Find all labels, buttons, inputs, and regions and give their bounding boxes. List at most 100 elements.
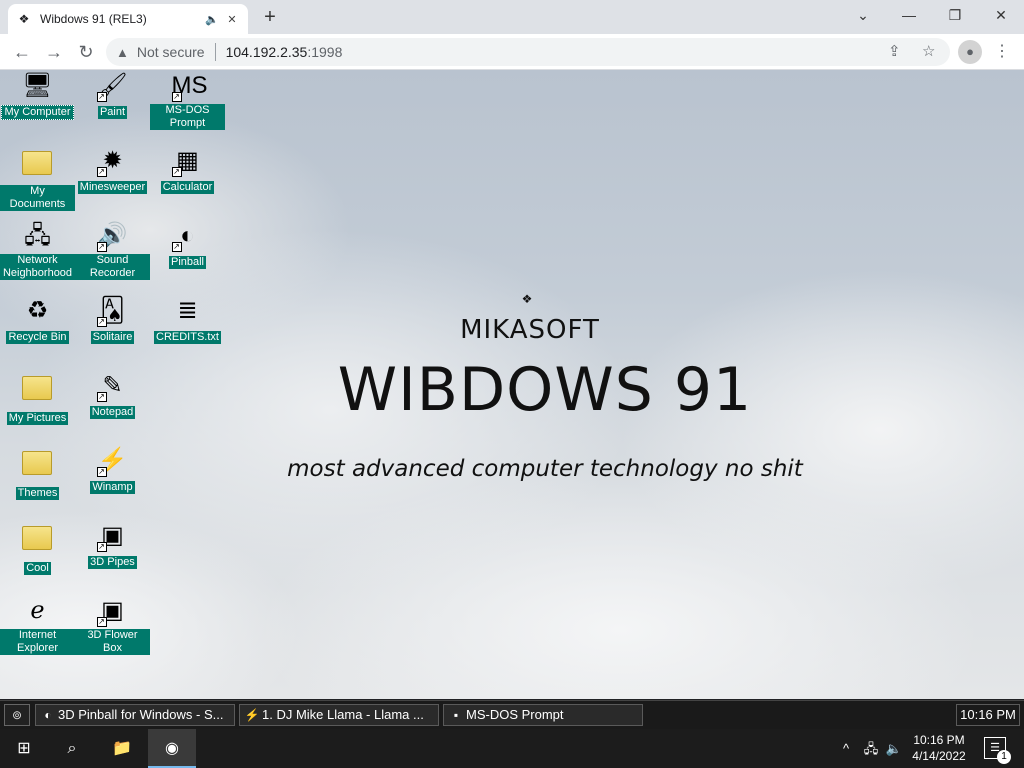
tray-chevron-icon[interactable]: ^ xyxy=(836,729,856,768)
windows-taskbar: ⊞ ⌕ 📁 ◉ ^ 🖧 🔈 10:16 PM 4/14/2022 ☰ 1 xyxy=(0,729,1024,768)
windows-start-button[interactable]: ⊞ xyxy=(0,729,48,768)
desktop-icon-label: Notepad xyxy=(89,406,136,419)
bookmark-star-icon[interactable]: ☆ xyxy=(922,38,935,66)
desktop-icon[interactable]: 🂡 ↗ Solitaire xyxy=(75,295,150,345)
pinball-icon: ◐ ↗ xyxy=(171,222,195,252)
system-date: 4/14/2022 xyxy=(912,749,966,763)
label-wrap: Paint xyxy=(75,102,150,120)
warning-icon[interactable]: ▲ xyxy=(116,45,129,60)
wibdows-taskbar-button[interactable]: ▪ MS-DOS Prompt xyxy=(443,704,643,726)
system-clock[interactable]: 10:16 PM 4/14/2022 xyxy=(904,732,974,764)
wibdows-start-button[interactable]: ⊚ xyxy=(4,704,30,726)
share-icon[interactable]: ⇪ xyxy=(888,38,901,66)
label-wrap: My Pictures xyxy=(0,408,75,426)
shortcut-arrow-icon: ↗ xyxy=(96,92,107,102)
taskbar-button-label: 3D Pinball for Windows - S... xyxy=(58,707,224,722)
desktop-icon-label: My Pictures xyxy=(6,412,69,425)
back-button[interactable]: ← xyxy=(8,38,36,66)
desktop-icon[interactable]: My Documents xyxy=(0,145,75,212)
desktop-icon[interactable]: 🔊 ↗ Sound Recorder xyxy=(75,220,150,281)
chrome-taskbar-icon[interactable]: ◉ xyxy=(148,729,196,768)
maximize-button[interactable]: ❐ xyxy=(932,0,978,30)
wibdows-taskbar: ⊚ 10:16 PM ◐ 3D Pinball for Windows - S..… xyxy=(0,700,1024,729)
msdos-icon: ▪ xyxy=(453,708,459,722)
forward-button[interactable]: → xyxy=(40,38,68,66)
speaker-icon[interactable]: 🔈 xyxy=(204,13,220,26)
close-window-button[interactable]: ✕ xyxy=(978,0,1024,30)
desktop-icon-label: Pinball xyxy=(168,256,207,269)
desktop-icon[interactable]: 🖥 My Computer xyxy=(0,70,75,120)
desktop-icon[interactable]: Cool xyxy=(0,520,75,576)
pinball-icon: ◐ xyxy=(44,708,52,722)
desktop-icon-label: Internet Explorer xyxy=(0,629,75,655)
volume-icon[interactable]: 🔈 xyxy=(884,729,904,768)
search-icon[interactable]: ⌕ xyxy=(48,729,96,768)
url-host: 104.192.2.35 xyxy=(225,44,308,60)
desktop-icon[interactable]: ⚡ ↗ Winamp xyxy=(75,445,150,495)
internet-explorer-icon: ℯ xyxy=(30,597,45,624)
label-wrap: My Computer xyxy=(0,102,75,120)
reload-button[interactable]: ↻ xyxy=(72,38,100,66)
system-time: 10:16 PM xyxy=(913,733,965,747)
desktop-icon[interactable]: MS ↗ MS-DOS Prompt xyxy=(150,70,225,131)
desktop-icon[interactable]: ♻ Recycle Bin xyxy=(0,295,75,345)
close-icon[interactable]: ✕ xyxy=(224,13,240,26)
winamp-icon: ⚡ ↗ xyxy=(96,447,128,477)
folder-icon xyxy=(21,526,54,558)
address-bar[interactable]: ▲ Not secure 104.192.2.35:1998 ⇪ ☆ xyxy=(106,38,950,66)
browser-toolbar: ← → ↻ ▲ Not secure 104.192.2.35:1998 ⇪ ☆… xyxy=(0,34,1024,70)
desktop-icon-label: Minesweeper xyxy=(77,181,148,194)
desktop-icon-label: My Documents xyxy=(0,185,75,211)
notification-count: 1 xyxy=(997,750,1011,764)
shortcut-arrow-icon: ↗ xyxy=(96,317,107,327)
desktop-icon[interactable]: My Pictures xyxy=(0,370,75,426)
desktop-icon[interactable]: 🖌 ↗ Paint xyxy=(75,70,150,120)
brand-tagline: most advanced computer technology no shi… xyxy=(287,456,803,482)
network-icon[interactable]: 🖧 xyxy=(860,729,882,768)
desktop-icon[interactable]: ◐ ↗ Pinball xyxy=(150,220,225,270)
file-explorer-icon[interactable]: 📁 xyxy=(98,729,146,768)
desktop-icon[interactable]: ▦ ↗ Calculator xyxy=(150,145,225,195)
tab-search-button[interactable]: ⌄ xyxy=(840,0,886,30)
profile-avatar[interactable]: ● xyxy=(958,40,982,64)
mikasoft-logo-icon: ❖ xyxy=(521,292,533,306)
desktop-icon-label: MS-DOS Prompt xyxy=(150,104,225,130)
shortcut-arrow-icon: ↗ xyxy=(171,242,182,252)
desktop-icon[interactable]: ✹ ↗ Minesweeper xyxy=(75,145,150,195)
browser-tab[interactable]: ❖ Wibdows 91 (REL3) 🔈 ✕ xyxy=(8,4,248,34)
sound-recorder-icon: 🔊 ↗ xyxy=(96,222,128,252)
shortcut-arrow-icon: ↗ xyxy=(171,92,182,102)
shortcut-arrow-icon: ↗ xyxy=(171,167,182,177)
desktop-icon[interactable]: ℯ Internet Explorer xyxy=(0,595,75,656)
desktop-icon-label: CREDITS.txt xyxy=(154,331,221,344)
shortcut-arrow-icon: ↗ xyxy=(96,392,107,402)
desktop-icon[interactable]: 🖧 Network Neighborhood xyxy=(0,220,75,281)
notepad-icon: ✎ ↗ xyxy=(96,372,123,402)
desktop-icon[interactable]: Themes xyxy=(0,445,75,501)
desktop-icon[interactable]: ✎ ↗ Notepad xyxy=(75,370,150,420)
label-wrap: Sound Recorder xyxy=(75,252,150,281)
label-wrap: Solitaire xyxy=(75,327,150,345)
desktop-icon-label: Network Neighborhood xyxy=(0,254,75,280)
notifications-icon[interactable]: ☰ 1 xyxy=(984,737,1011,764)
desktop-icon-label: Winamp xyxy=(90,481,135,494)
new-tab-button[interactable]: + xyxy=(258,6,282,30)
label-wrap: Cool xyxy=(0,558,75,576)
label-wrap: CREDITS.txt xyxy=(150,327,225,345)
shortcut-arrow-icon: ↗ xyxy=(96,467,107,477)
desktop-icon[interactable]: ▣ ↗ 3D Pipes xyxy=(75,520,150,570)
minimize-button[interactable]: — xyxy=(886,0,932,30)
wibdows-taskbar-button[interactable]: ⚡ 1. DJ Mike Llama - Llama ... xyxy=(239,704,439,726)
shortcut-arrow-icon: ↗ xyxy=(96,617,107,627)
wibdows-taskbar-button[interactable]: ◐ 3D Pinball for Windows - S... xyxy=(35,704,235,726)
folder-shape xyxy=(21,451,52,475)
desktop-icon[interactable]: ▣ ↗ 3D Flower Box xyxy=(75,595,150,656)
browser-tab-strip: ❖ Wibdows 91 (REL3) 🔈 ✕ + ⌄ — ❐ ✕ xyxy=(0,0,1024,34)
desktop-icon[interactable]: ≣ CREDITS.txt xyxy=(150,295,225,345)
label-wrap: My Documents xyxy=(0,183,75,212)
taskbar-button-label: 1. DJ Mike Llama - Llama ... xyxy=(262,707,424,722)
label-wrap: Recycle Bin xyxy=(0,327,75,345)
security-status[interactable]: Not secure xyxy=(137,44,205,60)
browser-menu-icon[interactable]: ⋮ xyxy=(992,38,1012,66)
folder-shape xyxy=(21,151,52,175)
